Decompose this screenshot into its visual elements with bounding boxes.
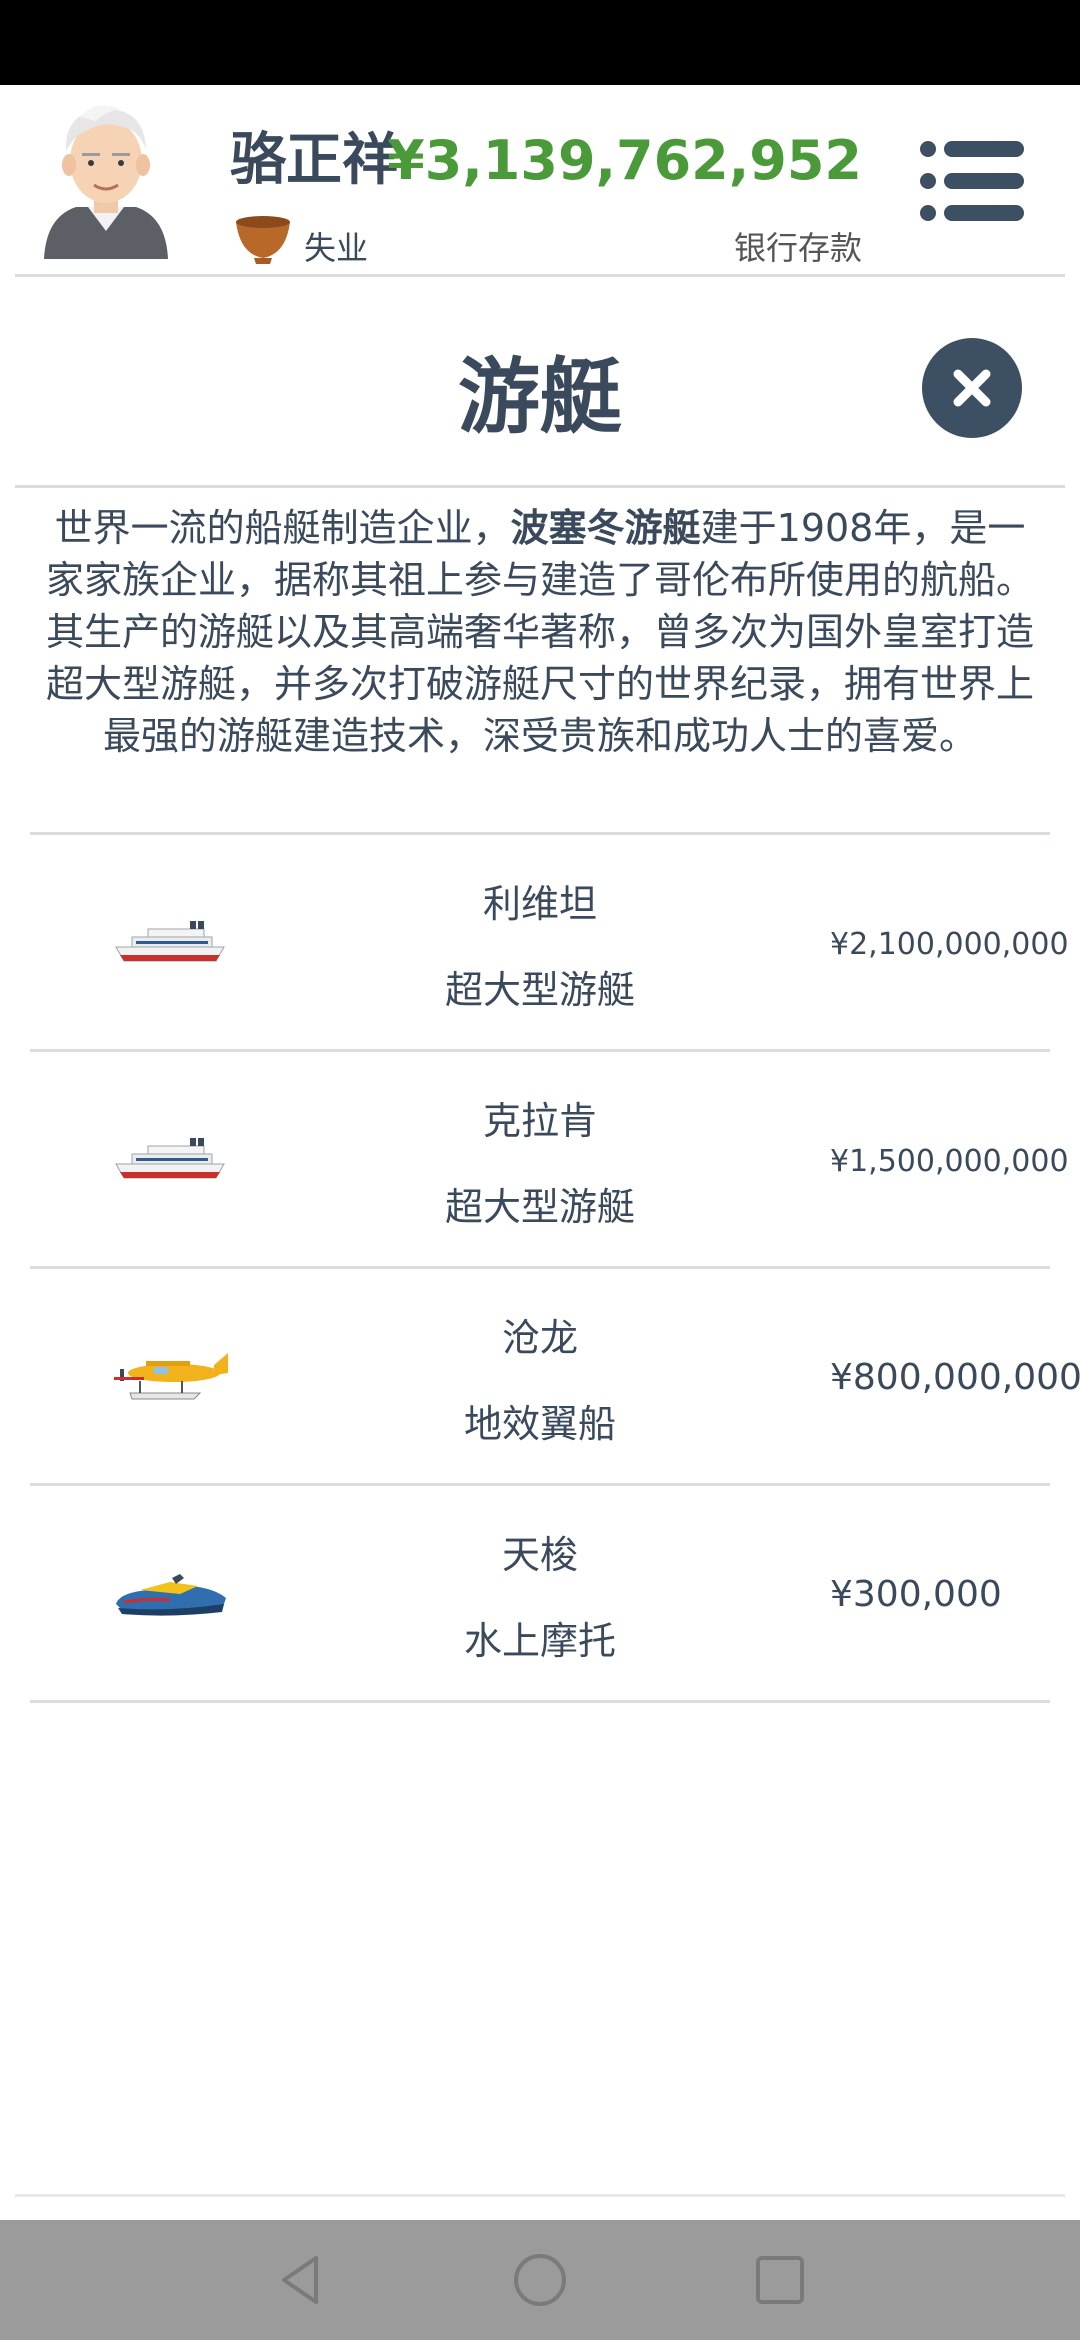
item-name: 天梭 [501,1533,578,1577]
menu-list-icon[interactable] [918,139,1026,223]
list-item[interactable]: 天梭 水上摩托 ¥300,000 [30,1486,1050,1703]
home-circle-icon[interactable] [510,2250,570,2310]
recents-square-icon[interactable] [750,2250,810,2310]
list-item[interactable]: 沧龙 地效翼船 ¥800,000,000 [30,1269,1080,1486]
bank-balance: ¥3,139,762,952 [387,129,862,192]
description-text: 世界一流的船艇制造企业， [54,506,511,550]
item-type: 地效翼船 [463,1402,616,1446]
yacht-list: 利维坦 超大型游艇 ¥2,100,000,000 克拉肯 超大型游艇 ¥1,50… [30,832,1080,1703]
header-divider [15,274,1065,277]
bowl-icon [236,216,290,264]
player-name: 骆正祥 [230,128,398,193]
item-price: ¥1,500,000,000 [830,1144,1069,1179]
list-item[interactable]: 克拉肯 超大型游艇 ¥1,500,000,000 [30,1052,1069,1269]
title-divider [15,485,1065,488]
item-type: 超大型游艇 [444,1185,635,1229]
status-bar [0,0,1080,85]
item-price: ¥800,000,000 [830,1357,1080,1398]
item-price: ¥2,100,000,000 [830,927,1069,962]
list-item[interactable]: 利维坦 超大型游艇 ¥2,100,000,000 [30,835,1069,1052]
close-x-icon [953,369,991,407]
old-man-avatar [44,105,168,259]
item-type: 水上摩托 [463,1619,616,1663]
page-title: 游艇 [457,350,622,445]
system-navbar [0,2220,1080,2340]
brand-name: 波塞冬游艇 [510,506,701,550]
item-name: 沧龙 [501,1316,578,1360]
job-label: 失业 [304,229,369,267]
item-price: ¥300,000 [830,1574,1002,1615]
bank-balance-label: 银行存款 [733,229,862,267]
brand-description: 世界一流的船艇制造企业，波塞冬游艇建于1908年，是一家家族企业，据称其祖上参与… [38,502,1042,762]
item-name: 利维坦 [482,882,597,926]
close-button[interactable] [922,338,1022,438]
footer-divider [15,2194,1065,2197]
item-type: 超大型游艇 [444,968,635,1012]
back-triangle-icon[interactable] [270,2250,330,2310]
player-header: 骆正祥 失业 ¥3,139,762,952 银行存款 [0,85,1080,275]
item-name: 克拉肯 [482,1099,597,1143]
